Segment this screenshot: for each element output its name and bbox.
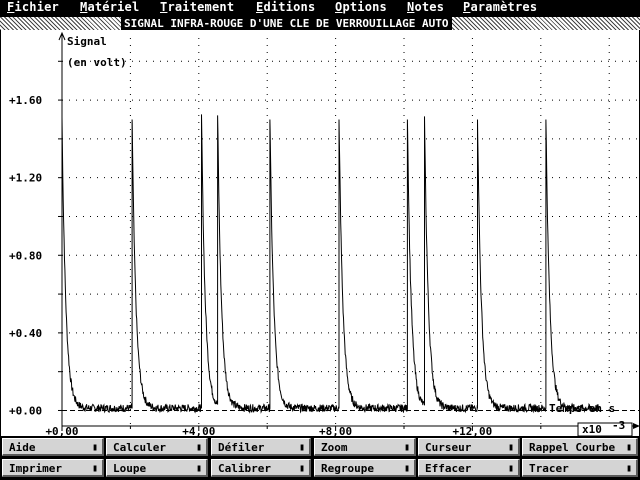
menu-label: ichier [14, 0, 59, 14]
x-tick-label: +12,00 [453, 425, 493, 436]
button-label: Rappel Courbe [529, 441, 618, 454]
button-marker-icon: ▮ [298, 442, 305, 453]
x-axis-arrow [633, 423, 640, 429]
x-tick-label: +4,00 [182, 425, 215, 436]
menu-item-options[interactable]: Options [335, 1, 387, 14]
button-label: Tracer [529, 462, 571, 475]
effacer-button[interactable]: Effacer ▮ [418, 459, 520, 477]
menu-bar: Fichier Matériel Traitement Editions Options… [0, 0, 640, 16]
button-label: Imprimer [9, 462, 64, 475]
y-axis-unit-label: (en volt) [67, 56, 127, 69]
tracer-button[interactable]: Tracer ▮ [522, 459, 638, 477]
button-marker-icon: ▮ [507, 442, 514, 453]
y-axis-label: Signal [67, 35, 107, 48]
button-label: Effacer [425, 462, 474, 475]
button-marker-icon: ▮ [403, 463, 410, 474]
défiler-button[interactable]: Défiler ▮ [211, 438, 311, 456]
button-marker-icon: ▮ [625, 442, 632, 453]
button-marker-icon: ▮ [91, 463, 98, 474]
y-tick-label: +0.80 [9, 249, 42, 262]
button-label: Aide [9, 441, 38, 454]
y-tick-label: +1.60 [9, 94, 42, 107]
window-title: SIGNAL INFRA-ROUGE D'UNE CLE DE VERROUIL… [121, 17, 452, 30]
regroupe-button[interactable]: Regroupe ▮ [314, 459, 416, 477]
menu-label: ditions [263, 0, 316, 14]
button-label: Regroupe [321, 462, 376, 475]
calibrer-button[interactable]: Calibrer ▮ [211, 459, 311, 477]
x-multiplier-label: x10 [582, 423, 602, 436]
menu-item-traitement[interactable]: Traitement [160, 1, 234, 14]
zoom-button[interactable]: Zoom ▮ [314, 438, 416, 456]
menu-item-matériel[interactable]: Matériel [80, 1, 139, 14]
button-label: Calculer [113, 441, 168, 454]
calculer-button[interactable]: Calculer ▮ [106, 438, 208, 456]
x-multiplier-exponent: -3 [612, 419, 625, 432]
button-marker-icon: ▮ [298, 463, 305, 474]
y-tick-label: +0.40 [9, 327, 42, 340]
menu-item-fichier[interactable]: Fichier [7, 1, 59, 14]
button-bar: Aide ▮ Calculer ▮ Défiler ▮ Zoom ▮ Curseur ▮ Rappe… [0, 436, 640, 480]
menu-item-notes[interactable]: Notes [407, 1, 444, 14]
curseur-button[interactable]: Curseur ▮ [418, 438, 520, 456]
button-marker-icon: ▮ [403, 442, 410, 453]
aide-button[interactable]: Aide ▮ [2, 438, 104, 456]
button-marker-icon: ▮ [625, 463, 632, 474]
menu-label: raitement [167, 0, 235, 14]
menu-label: ptions [342, 0, 387, 14]
button-label: Curseur [425, 441, 474, 454]
x-tick-label: +0,00 [45, 425, 78, 436]
x-tick-label: +8,00 [319, 425, 352, 436]
menu-label: otes [414, 0, 445, 14]
menu-label: atériel [87, 0, 140, 14]
button-label: Loupe [113, 462, 149, 475]
button-marker-icon: ▮ [195, 442, 202, 453]
button-marker-icon: ▮ [195, 463, 202, 474]
menu-item-editions[interactable]: Editions [256, 1, 315, 14]
button-marker-icon: ▮ [507, 463, 514, 474]
menu-item-paramètres[interactable]: Paramètres [463, 1, 537, 14]
button-label: Calibrer [218, 462, 273, 475]
button-label: Zoom [321, 441, 350, 454]
y-tick-label: +1.20 [9, 172, 42, 185]
signal-trace [61, 114, 600, 414]
menu-label: aramètres [470, 0, 538, 14]
loupe-button[interactable]: Loupe ▮ [106, 459, 208, 477]
y-tick-label: +0.00 [9, 404, 42, 417]
button-label: Défiler [218, 441, 267, 454]
imprimer-button[interactable]: Imprimer ▮ [2, 459, 104, 477]
rappel-courbe-button[interactable]: Rappel Courbe ▮ [522, 438, 638, 456]
signal-chart: +0.00 +0.40 +0.80 +1.20 +1.60 Signal (en volt)… [9, 31, 640, 436]
button-marker-icon: ▮ [91, 442, 98, 453]
